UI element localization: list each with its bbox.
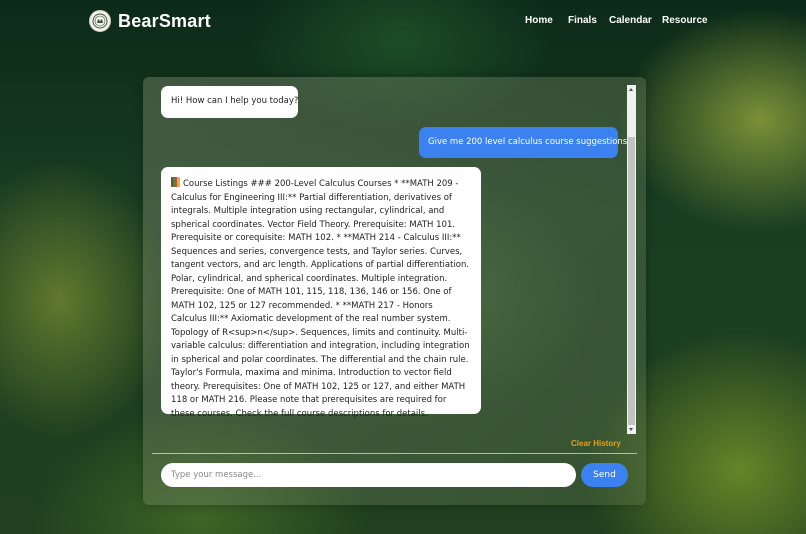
chat-scrollbar[interactable] xyxy=(627,85,636,434)
seal-logo-icon[interactable] xyxy=(89,10,111,32)
send-button[interactable]: Send xyxy=(581,463,628,487)
chat-messages[interactable]: Hi! How can I help you today? Give me 20… xyxy=(143,77,629,433)
message-input[interactable] xyxy=(161,463,576,487)
brand-title[interactable]: BearSmart xyxy=(118,11,211,32)
message-text: Course Listings ### 200-Level Calculus C… xyxy=(171,179,470,419)
nav-link-home[interactable]: Home xyxy=(525,15,553,26)
scrollbar-thumb[interactable] xyxy=(628,137,635,425)
nav-link-resource[interactable]: Resource xyxy=(662,15,708,26)
scroll-down-icon[interactable] xyxy=(629,428,633,431)
divider xyxy=(152,453,637,454)
nav-link-calendar[interactable]: Calendar xyxy=(609,15,652,26)
nav-link-finals[interactable]: Finals xyxy=(568,15,597,26)
chat-panel: Hi! How can I help you today? Give me 20… xyxy=(143,77,646,505)
navbar: BearSmart Home Finals Calendar Resource xyxy=(0,0,806,44)
user-message: Give me 200 level calculus course sugges… xyxy=(419,127,627,158)
clear-history-button[interactable]: Clear History xyxy=(571,439,621,448)
books-icon xyxy=(171,177,180,187)
message-text: Give me 200 level calculus course sugges… xyxy=(428,137,628,147)
scroll-up-icon[interactable] xyxy=(629,88,633,91)
bot-message: Course Listings ### 200-Level Calculus C… xyxy=(161,167,481,419)
bot-message: Hi! How can I help you today? xyxy=(161,86,298,118)
message-text: Hi! How can I help you today? xyxy=(171,96,299,106)
